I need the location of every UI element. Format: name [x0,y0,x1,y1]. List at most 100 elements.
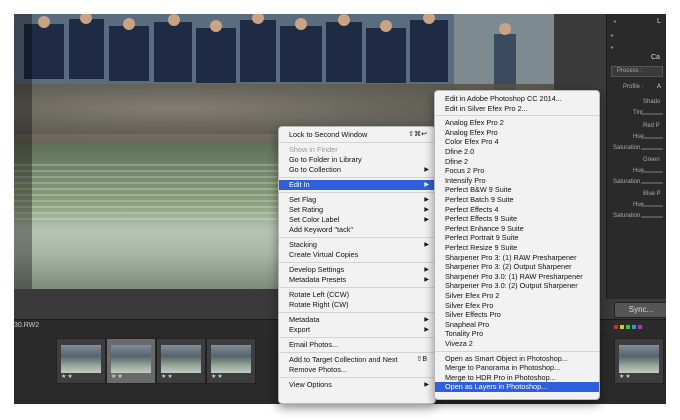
submenu-item-edit-in-silver-efex-pro-2[interactable]: Edit in Silver Efex Pro 2... [435,104,599,114]
menu-item-create-virtual-copies[interactable]: Create Virtual Copies [279,250,435,260]
submenu-item-perfect-batch-9-suite[interactable]: Perfect Batch 9 Suite [435,195,599,205]
filmstrip-thumb[interactable]: ★★ [206,338,256,384]
menu-item-metadata-presets[interactable]: Metadata Presets ▶ [279,275,435,285]
menu-item-remove-photos[interactable]: Remove Photos... [279,365,435,375]
menu-item-metadata[interactable]: Metadata ▶ [279,315,435,325]
submenu-item-viveza-2[interactable]: Viveza 2 [435,339,599,349]
panel-expand-icon[interactable]: ◂ [613,18,616,25]
submenu-arrow-icon: ▶ [424,242,429,248]
filmstrip-thumb[interactable]: ★★ [156,338,206,384]
menu-item-export[interactable]: Export ▶ [279,325,435,335]
menu-item-label: Show in Finder [289,145,338,154]
develop-right-panel: ◂ L ◂ ◂ Ca Process : Profile : A Shado T… [606,14,666,299]
menu-item-label: Email Photos... [289,340,339,349]
submenu-item-sharpener-pro-3-0-1-raw-presharpener[interactable]: Sharpener Pro 3.0: (1) RAW Presharpener [435,272,599,282]
submenu-arrow-icon: ▶ [424,207,429,213]
menu-item-set-color-label[interactable]: Set Color Label ▶ [279,215,435,225]
submenu-item-perfect-effects-9-suite[interactable]: Perfect Effects 9 Suite [435,214,599,224]
panel-triangle-icon[interactable]: ◂ [610,44,613,51]
green-saturation-slider[interactable] [641,182,663,184]
submenu-arrow-icon: ▶ [424,217,429,223]
profile-value[interactable]: A [657,84,661,90]
menu-item-label: Remove Photos... [289,365,347,374]
menu-item-label: Add Keyword "tack" [289,225,353,234]
submenu-item-analog-efex-pro[interactable]: Analog Efex Pro [435,128,599,138]
thumb-rating: ★★ [111,374,124,380]
submenu-item-sharpener-pro-3-1-raw-presharpener[interactable]: Sharpener Pro 3: (1) RAW Presharpener [435,253,599,263]
submenu-item-dfine-2-0[interactable]: Dfine 2.0 [435,147,599,157]
menu-item-label: View Options [289,380,332,389]
sync-button[interactable]: Sync... [614,302,666,318]
submenu-item-color-efex-pro-4[interactable]: Color Efex Pro 4 [435,137,599,147]
submenu-item-perfect-portrait-9-suite[interactable]: Perfect Portrait 9 Suite [435,233,599,243]
submenu-item-open-as-smart-object-in-photoshop[interactable]: Open as Smart Object in Photoshop... [435,354,599,364]
profile-label: Profile : [623,84,644,90]
submenu-arrow-icon: ▶ [424,277,429,283]
menu-item-add-keyword-tack[interactable]: Add Keyword "tack" [279,225,435,235]
filmstrip-thumb[interactable]: ★★ [56,338,106,384]
thumb-image [161,345,201,373]
thumb-rating: ★★ [211,374,224,380]
menu-separator [279,377,435,378]
submenu-item-analog-efex-pro-2[interactable]: Analog Efex Pro 2 [435,118,599,128]
color-label-filter[interactable] [614,325,654,329]
blue-saturation-slider[interactable] [641,216,663,218]
menu-item-lock-to-second-window[interactable]: Lock to Second Window ⇧⌘↩ [279,130,435,140]
red-saturation-slider[interactable] [641,148,663,150]
menu-item-go-to-folder-in-library[interactable]: Go to Folder in Library [279,155,435,165]
submenu-item-snapheal-pro[interactable]: Snapheal Pro [435,320,599,330]
menu-item-rotate-right-cw[interactable]: Rotate Right (CW) [279,300,435,310]
submenu-item-merge-to-hdr-pro-in-photoshop[interactable]: Merge to HDR Pro in Photoshop... [435,373,599,383]
menu-item-label: Set Flag [289,195,317,204]
submenu-item-dfine-2[interactable]: Dfine 2 [435,157,599,167]
submenu-item-sharpener-pro-3-2-output-sharpener[interactable]: Sharpener Pro 3: (2) Output Sharpener [435,262,599,272]
submenu-arrow-icon: ▶ [424,382,429,388]
menu-item-stacking[interactable]: Stacking ▶ [279,240,435,250]
submenu-item-open-as-layers-in-photoshop[interactable]: Open as Layers in Photoshop... [435,382,599,393]
submenu-item-edit-in-adobe-photoshop-cc-2014[interactable]: Edit in Adobe Photoshop CC 2014... [435,94,599,104]
menu-item-develop-settings[interactable]: Develop Settings ▶ [279,265,435,275]
submenu-item-intensify-pro[interactable]: Intensify Pro [435,176,599,186]
submenu-item-perfect-enhance-9-suite[interactable]: Perfect Enhance 9 Suite [435,224,599,234]
menu-item-label: Add to Target Collection and Next [289,355,398,364]
menu-item-add-to-target-collection-and-next[interactable]: Add to Target Collection and Next ⇧B [279,355,435,365]
menu-item-label: Metadata Presets [289,275,347,284]
submenu-item-merge-to-panorama-in-photoshop[interactable]: Merge to Panorama in Photoshop... [435,363,599,373]
red-hue-slider[interactable] [641,137,663,139]
green-primary-label: Green [643,157,660,163]
menu-separator [279,262,435,263]
submenu-item-focus-2-pro[interactable]: Focus 2 Pro [435,166,599,176]
menu-item-go-to-collection[interactable]: Go to Collection ▶ [279,165,435,175]
submenu-arrow-icon: ▶ [424,197,429,203]
menu-item-view-options[interactable]: View Options ▶ [279,380,435,390]
filmstrip-thumb-selected[interactable]: ★★ [106,338,156,384]
filmstrip-thumb[interactable]: ★★ [614,338,664,384]
thumb-image [111,345,151,373]
menu-separator [279,237,435,238]
submenu-item-silver-effects-pro[interactable]: Silver Effects Pro [435,310,599,320]
menu-separator [435,115,599,117]
menu-item-show-in-finder: Show in Finder [279,145,435,155]
submenu-item-perfect-resize-9-suite[interactable]: Perfect Resize 9 Suite [435,243,599,253]
submenu-item-perfect-effects-4[interactable]: Perfect Effects 4 [435,205,599,215]
submenu-item-silver-efex-pro[interactable]: Silver Efex Pro [435,301,599,311]
menu-separator [279,352,435,353]
submenu-item-silver-efex-pro-2[interactable]: Silver Efex Pro 2 [435,291,599,301]
submenu-item-perfect-b-w-9-suite[interactable]: Perfect B&W 9 Suite [435,185,599,195]
submenu-item-tonality-pro[interactable]: Tonality Pro [435,329,599,339]
menu-item-set-rating[interactable]: Set Rating ▶ [279,205,435,215]
panel-triangle-icon[interactable]: ◂ [610,32,613,39]
blue-hue-slider[interactable] [641,205,663,207]
menu-item-rotate-left-ccw[interactable]: Rotate Left (CCW) [279,290,435,300]
edge-shade [14,14,32,289]
menu-item-edit-in[interactable]: Edit In ▶ [279,180,435,190]
red-saturation-label: Saturation [613,145,641,151]
menu-item-label: Go to Folder in Library [289,155,362,164]
menu-item-email-photos[interactable]: Email Photos... [279,340,435,350]
green-hue-slider[interactable] [641,171,663,173]
menu-separator [279,177,435,178]
tint-slider[interactable] [641,113,663,115]
submenu-item-sharpener-pro-3-0-2-output-sharpener[interactable]: Sharpener Pro 3.0: (2) Output Sharpener [435,281,599,291]
menu-item-set-flag[interactable]: Set Flag ▶ [279,195,435,205]
red-primary-label: Red P [643,123,660,129]
